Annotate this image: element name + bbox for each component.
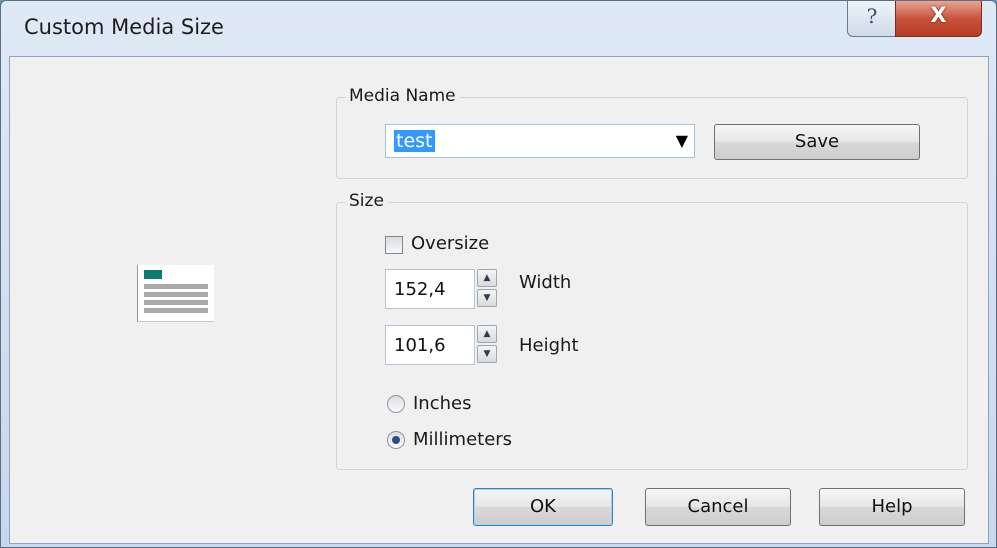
media-preview-icon xyxy=(137,265,214,322)
cancel-button[interactable]: Cancel xyxy=(645,488,791,526)
media-name-group-label: Media Name xyxy=(345,86,460,106)
width-spinner[interactable]: ▲ ▼ xyxy=(477,269,499,309)
preview-text-line xyxy=(144,292,208,297)
media-name-group: Media Name test ▼ Save xyxy=(336,86,968,179)
title-bar[interactable]: Custom Media Size ? X xyxy=(1,1,996,56)
size-group: Size Oversize 152,4 ▲ ▼ Width 101,6 ▲ ▼ … xyxy=(336,191,968,470)
width-spin-down-icon[interactable]: ▼ xyxy=(477,289,497,307)
height-spinner[interactable]: ▲ ▼ xyxy=(477,325,499,365)
oversize-checkbox[interactable] xyxy=(385,236,403,254)
millimeters-radio[interactable] xyxy=(387,431,405,449)
media-name-combobox[interactable]: test ▼ xyxy=(385,124,695,158)
width-label: Width xyxy=(519,272,572,293)
preview-text-line xyxy=(144,300,208,305)
width-input[interactable]: 152,4 xyxy=(385,269,475,309)
title-help-button[interactable]: ? xyxy=(847,1,897,37)
oversize-label: Oversize xyxy=(411,233,490,254)
size-group-label: Size xyxy=(345,191,388,211)
height-spin-up-icon[interactable]: ▲ xyxy=(477,325,497,343)
close-icon: X xyxy=(930,3,947,27)
save-button[interactable]: Save xyxy=(714,124,920,160)
inches-label: Inches xyxy=(413,393,472,414)
title-close-button[interactable]: X xyxy=(895,1,982,37)
width-value: 152,4 xyxy=(394,279,446,300)
chevron-down-icon[interactable]: ▼ xyxy=(676,131,688,150)
width-spin-up-icon[interactable]: ▲ xyxy=(477,269,497,287)
window-title: Custom Media Size xyxy=(24,15,224,39)
help-button[interactable]: Help xyxy=(819,488,965,526)
height-label: Height xyxy=(519,335,579,356)
preview-text-line xyxy=(144,284,208,289)
height-input[interactable]: 101,6 xyxy=(385,325,475,365)
preview-text-line xyxy=(144,308,208,313)
question-mark-icon: ? xyxy=(866,4,878,28)
ok-button[interactable]: OK xyxy=(473,488,613,526)
inches-radio[interactable] xyxy=(387,395,405,413)
millimeters-label: Millimeters xyxy=(413,429,513,450)
height-spin-down-icon[interactable]: ▼ xyxy=(477,345,497,363)
preview-color-block xyxy=(144,270,162,279)
media-name-value: test xyxy=(394,130,435,152)
height-value: 101,6 xyxy=(394,335,446,356)
custom-media-size-dialog: Custom Media Size ? X Media Name test ▼ … xyxy=(0,0,997,548)
dialog-client-area: Media Name test ▼ Save Size Oversize 152… xyxy=(9,56,989,544)
